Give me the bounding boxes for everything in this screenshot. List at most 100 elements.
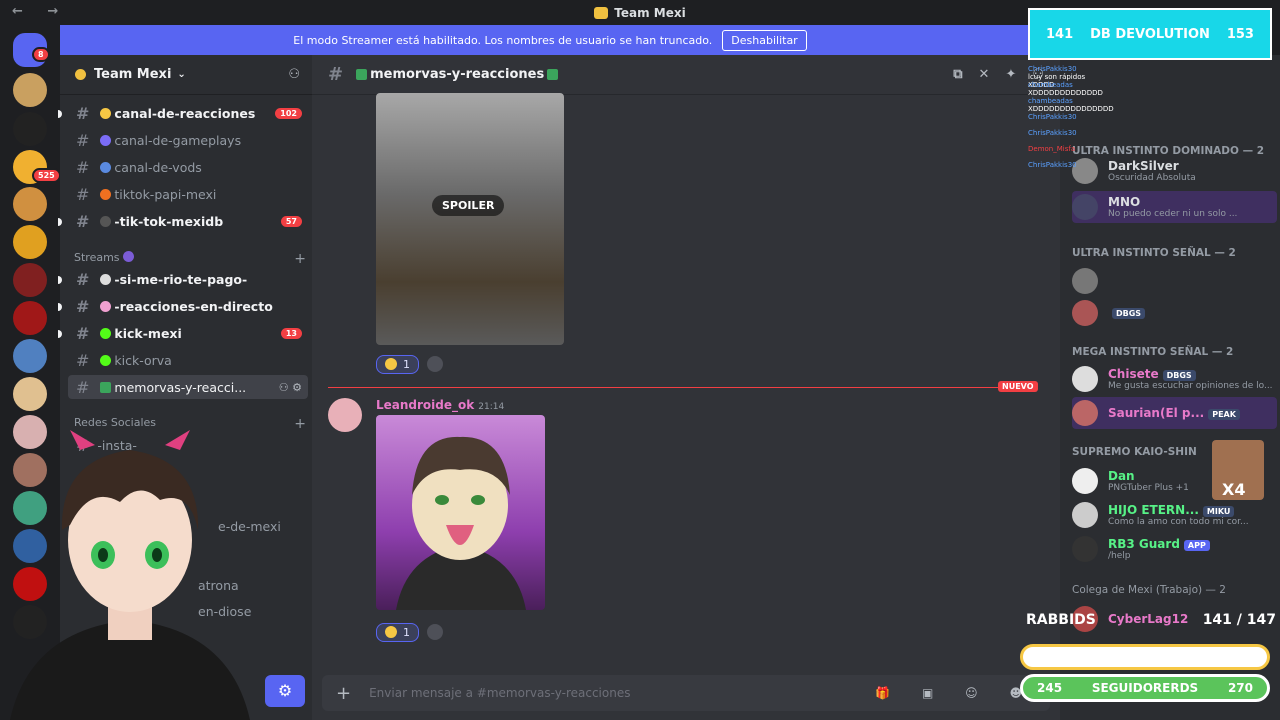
composer-tools-icon[interactable]: 🎁 ▣ ☺ ☻ [875,686,1036,700]
channel-name: kick-orva [114,352,172,368]
pin-icon[interactable]: ✦ [1005,67,1016,82]
channel-name: kick-mexi [114,325,182,341]
channel-name: canal-de-gameplays [114,132,242,148]
chevron-down-icon: ⌄ [177,69,186,80]
overlay-chat-line: ChrisPakkis30 lcuy son rápidos XDDDD [1028,65,1086,89]
emoji-icon [100,381,112,393]
kick-icon [100,354,112,366]
hash-icon: # [76,184,90,204]
avatar [1072,300,1098,326]
emoji-icon [100,107,112,119]
unread-dot [58,276,62,284]
hash-icon: # [76,130,90,150]
overlay-title: DB DEVOLUTION [1090,26,1210,42]
member-item[interactable]: RB3 Guard APP/help [1072,533,1277,565]
home-badge: 8 [32,47,50,62]
channel-name: -si-me-rio-te-pago- [114,271,248,287]
add-channel-icon[interactable]: + [294,416,306,432]
message-composer[interactable]: + Enviar mensaje a #memorvas-y-reaccione… [322,675,1050,711]
member-tag: PEAK [1208,409,1240,420]
member-name: Chisete [1108,367,1159,381]
add-reaction-icon[interactable] [427,624,443,640]
channel-name: -reacciones-en-directo [114,298,273,314]
channel-item[interactable]: # kick-orva [68,348,308,372]
attach-plus-icon[interactable]: + [336,683,351,704]
server-icon[interactable] [13,187,47,221]
channel-item[interactable]: # canal-de-reacciones 102 [68,101,308,125]
spoiler-label: SPOILER [432,195,505,216]
member-status: Como la amo con todo mi cor... [1108,517,1249,527]
message-author[interactable]: Leandroide_ok 21:14 [376,398,504,412]
member-item[interactable]: HIJO ETERN... MIKU Como la amo con todo mi… [1072,499,1277,531]
avatar [1072,536,1098,562]
channel-item[interactable]: # canal-de-vods [68,155,308,179]
server-icon[interactable] [13,225,47,259]
disable-streamer-button[interactable]: Deshabilitar [722,29,807,51]
reaction-pill[interactable]: 1 [376,354,419,374]
mute-icon[interactable]: ✕ [979,67,990,82]
member-status: PNGTuber Plus +1 [1108,483,1189,493]
mention-count: 57 [280,215,302,227]
category-streams[interactable]: Streams + [74,251,306,267]
add-channel-icon[interactable]: + [294,251,306,267]
channel-item[interactable]: # -tik-tok-mexidb 57 [68,209,308,233]
server-header[interactable]: Team Mexi ⌄ ⚇ [60,55,312,95]
settings-gear-icon[interactable]: ⚙ [265,675,305,707]
server-icon [594,6,609,19]
nav-arrows[interactable]: ← → [12,4,68,19]
member-item[interactable]: DBGS [1072,297,1277,329]
server-icon[interactable] [13,377,47,411]
server-icon[interactable] [13,301,47,335]
mention-count: 102 [275,107,302,119]
server-icon[interactable] [13,339,47,373]
server-icon[interactable] [13,73,47,107]
channel-item[interactable]: # canal-de-gameplays [68,128,308,152]
emoji-icon [356,69,368,80]
fire-icon [100,188,112,200]
hash-icon: # [76,269,90,289]
banner-text: El modo Streamer está habilitado. Los no… [293,33,713,47]
channel-title: memorvas-y-reacciones [370,67,545,82]
add-member-icon[interactable]: ⚇ [288,67,300,82]
server-icon[interactable] [13,263,47,297]
author-name: Leandroide_ok [376,398,475,412]
avatar [1072,366,1098,392]
member-name: Saurian(El p... [1108,406,1205,420]
spoiler-image[interactable]: SPOILER [376,93,564,345]
server-name: Team Mexi [94,67,172,82]
add-reaction-icon[interactable] [427,356,443,372]
overlay-follow-label: SEGUIDORERDS [1091,681,1199,695]
member-category: SUPREMO KAIO-SHIN [1072,446,1197,458]
channel-settings-icon[interactable]: ⚇ ⚙ [279,381,302,394]
overlay-follow-left: 245 [1037,681,1063,695]
member-tag: DBGS [1112,307,1146,319]
channel-item[interactable]: # kick-mexi 13 [68,321,308,345]
member-status: /help [1108,551,1131,561]
member-tag: MIKU [1202,506,1235,517]
reaction-pill[interactable]: 1 [376,622,419,642]
member-item[interactable]: Chisete DBGS Me gusta escuchar opiniones d… [1072,363,1277,395]
overlay-left-value: 141 [1046,26,1074,42]
avatar [1072,502,1098,528]
overlay-chat-line: Demon_Misfa [1028,145,1076,153]
member-item[interactable]: Saurian(El p... PEAK [1072,397,1277,429]
channel-name: memorvas-y-reacci... [114,379,247,395]
avatar[interactable] [328,398,362,432]
overlay-progress-bar [1020,644,1270,670]
server-icon[interactable] [13,112,47,146]
channel-name: -tik-tok-mexidb [114,213,224,229]
threads-icon[interactable]: ⧉ [953,67,962,82]
channel-item[interactable]: # -reacciones-en-directo [68,294,308,318]
emoji-icon [100,215,112,227]
channel-name: canal-de-vods [114,159,202,175]
overlay-chat: ChrisPakkis30 lcuy son rápidos XDDDD cham… [1028,65,1114,280]
channel-item[interactable]: # tiktok-papi-mexi [68,182,308,206]
member-category: MEGA INSTINTO SEÑAL — 2 [1072,346,1234,358]
message-image[interactable] [376,415,545,610]
overlay-chat-line: ChrisPakkis30 [1028,113,1077,121]
hash-icon: # [76,350,90,370]
channel-item-active[interactable]: # memorvas-y-reacci... ⚇ ⚙ [68,375,308,399]
channel-item[interactable]: # -si-me-rio-te-pago- [68,267,308,291]
hash-icon: # [76,377,90,397]
new-messages-divider [328,387,1034,388]
